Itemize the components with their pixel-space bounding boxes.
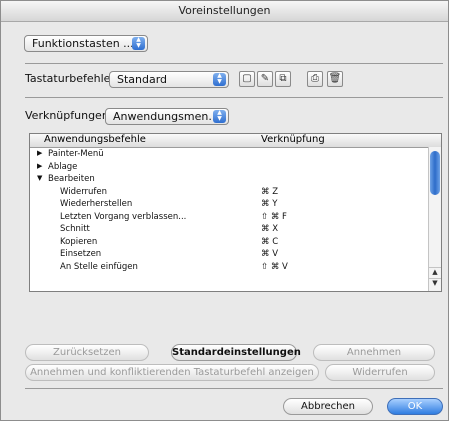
- duplicate-icon[interactable]: ⧉: [275, 71, 291, 87]
- shortcut-key: ⌘ V: [261, 249, 279, 259]
- shortcuts-label: Tastaturbefehle:: [25, 72, 115, 85]
- defaults-button[interactable]: Standardeinstellungen: [171, 344, 301, 361]
- table-row[interactable]: Wiederherstellen ⌘ Y: [30, 199, 428, 211]
- reset-button[interactable]: Zurücksetzen: [25, 344, 149, 361]
- shortcut-set-popup[interactable]: Standard ▲ ▼: [109, 71, 229, 88]
- links-popup-value: Anwendungsmen...: [113, 110, 219, 123]
- save-icon[interactable]: ⎙: [307, 71, 323, 87]
- undo-button[interactable]: Widerrufen: [325, 364, 435, 381]
- table-row[interactable]: ▶ Ablage: [30, 162, 428, 174]
- table-row[interactable]: Schnitt ⌘ X: [30, 224, 428, 236]
- divider: [25, 97, 443, 98]
- table-row[interactable]: ▼ Bearbeiten: [30, 174, 428, 186]
- category-popup[interactable]: Funktionstasten ... ▲ ▼: [24, 35, 148, 52]
- column-header-command[interactable]: Anwendungsbefehle: [44, 134, 146, 145]
- title-bar: Voreinstellungen: [1, 1, 448, 22]
- edit-document-icon[interactable]: ✎: [257, 71, 273, 87]
- command-name: Painter-Menü: [48, 149, 104, 159]
- shortcut-key: ⌘ Z: [261, 186, 279, 197]
- command-name: Kopieren: [60, 236, 98, 247]
- category-popup-value: Funktionstasten ...: [32, 37, 134, 50]
- shortcut-table: Anwendungsbefehle Verknüpfung ▶ Painter-M…: [29, 133, 442, 292]
- vertical-scrollbar[interactable]: ▲ ▼: [428, 147, 441, 291]
- links-popup[interactable]: Anwendungsmen... ▲ ▼: [105, 108, 229, 125]
- cancel-button[interactable]: Abbrechen: [283, 398, 373, 415]
- shortcut-set-value: Standard: [117, 73, 168, 86]
- popup-arrows-icon: ▲ ▼: [213, 73, 226, 86]
- table-row[interactable]: Letzten Vorgang verblassen... ⇧ ⌘ F: [30, 212, 428, 224]
- shortcut-key: ⇧ ⌘ V: [261, 261, 288, 272]
- divider: [25, 388, 443, 389]
- table-row[interactable]: An Stelle einfügen ⇧ ⌘ V: [30, 262, 428, 274]
- shortcut-key: ⌘ Y: [261, 199, 278, 209]
- window-title: Voreinstellungen: [178, 4, 271, 17]
- new-document-icon[interactable]: ▢: [239, 71, 255, 87]
- table-row[interactable]: Kopieren ⌘ C: [30, 237, 428, 249]
- popup-arrows-icon: ▲ ▼: [132, 37, 145, 50]
- command-name: Bearbeiten: [48, 174, 95, 184]
- disclosure-collapsed-icon[interactable]: ▶: [37, 162, 42, 170]
- accept-show-conflict-button[interactable]: Annehmen und konfliktierenden Tastaturbe…: [25, 364, 319, 381]
- shortcut-key: ⌘ C: [261, 236, 279, 247]
- table-row[interactable]: ▶ Painter-Menü: [30, 149, 428, 161]
- popup-arrows-icon: ▲ ▼: [213, 110, 226, 123]
- links-label: Verknüpfungen:: [25, 109, 113, 122]
- shortcut-key: ⇧ ⌘ F: [261, 211, 287, 222]
- shortcut-key: ⌘ X: [261, 224, 279, 234]
- scrollbar-thumb[interactable]: [430, 151, 440, 195]
- command-name: Wiederherstellen: [60, 199, 133, 209]
- command-name: Ablage: [48, 161, 78, 172]
- command-name: Schnitt: [60, 224, 90, 234]
- column-header-shortcut[interactable]: Verknüpfung: [261, 134, 325, 145]
- disclosure-expanded-icon[interactable]: ▼: [37, 174, 42, 182]
- delete-icon[interactable]: 🗑: [327, 71, 343, 87]
- accept-button[interactable]: Annehmen: [313, 344, 435, 361]
- disclosure-collapsed-icon[interactable]: ▶: [37, 149, 42, 157]
- ok-button[interactable]: OK: [387, 398, 443, 415]
- command-name: An Stelle einfügen: [60, 261, 138, 272]
- divider: [25, 63, 443, 64]
- command-name: Widerrufen: [60, 186, 108, 197]
- scroll-down-arrow-icon[interactable]: ▼: [429, 278, 441, 290]
- preferences-window: Voreinstellungen Funktionstasten ... ▲ ▼ …: [0, 0, 449, 421]
- table-row[interactable]: Widerrufen ⌘ Z: [30, 187, 428, 199]
- table-header: Anwendungsbefehle Verknüpfung: [30, 134, 441, 148]
- command-name: Letzten Vorgang verblassen...: [60, 211, 187, 222]
- command-name: Einsetzen: [60, 249, 102, 259]
- table-row[interactable]: Einsetzen ⌘ V: [30, 249, 428, 261]
